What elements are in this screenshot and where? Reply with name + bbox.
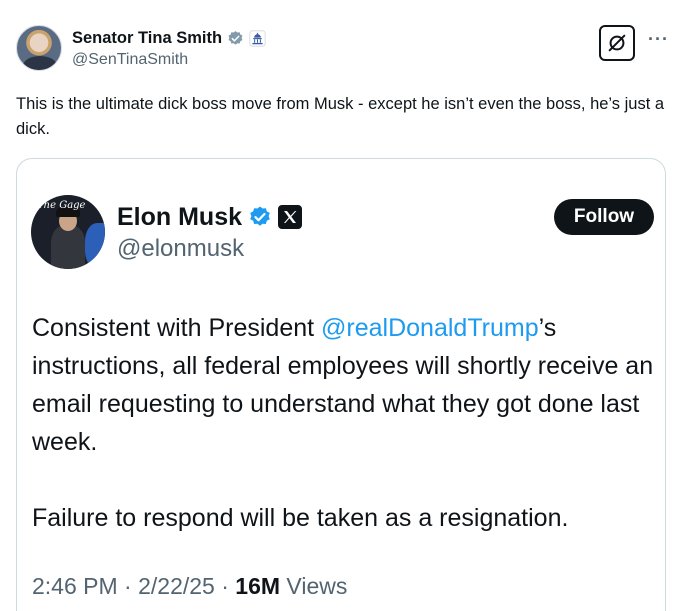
quoted-author-name[interactable]: Elon Musk [117, 203, 242, 232]
views-count: 16M [235, 573, 281, 599]
quoted-paragraph-1: Consistent with President @realDonaldTru… [32, 309, 657, 461]
outer-author-block: Senator Tina Smith @SenTinaSmith [72, 27, 266, 69]
verified-blue-badge-icon [250, 206, 270, 226]
more-options-icon[interactable]: ··· [648, 29, 669, 50]
quoted-paragraph-2: Failure to respond will be taken as a re… [32, 504, 569, 532]
x-logo-icon [278, 205, 303, 229]
outer-author-handle[interactable]: @SenTinaSmith [72, 51, 266, 69]
quoted-tweet-meta: 2:46 PM · 2/22/25 · 16M Views [32, 573, 347, 600]
follow-button[interactable]: Follow [554, 199, 654, 235]
body-text-1: Consistent with President [32, 314, 322, 342]
verified-gray-badge-icon [228, 30, 243, 45]
quoted-author-block: Elon Musk @elonmusk [117, 201, 303, 263]
outer-author-avatar[interactable] [16, 25, 62, 71]
outer-author-name[interactable]: Senator Tina Smith [72, 29, 222, 48]
x-logo-glyph [284, 211, 297, 223]
grok-icon[interactable] [599, 25, 635, 61]
avatar-caption: The Gage [37, 200, 86, 211]
mention-link[interactable]: @realDonaldTrump [321, 314, 539, 342]
capitol-badge-icon [249, 29, 266, 47]
grok-glyph [608, 34, 626, 52]
quoted-tweet-card[interactable]: The Gage Elon Musk @elonmusk Follow Cons… [16, 158, 666, 611]
outer-tweet-header: Senator Tina Smith @SenTinaSmith ··· [16, 25, 684, 73]
quoted-author-handle[interactable]: @elonmusk [117, 235, 302, 263]
views-label: Views [280, 573, 348, 599]
quoted-tweet-body: Consistent with President @realDonaldTru… [32, 309, 657, 537]
timestamp[interactable]: 2:46 PM · 2/22/25 · [32, 573, 235, 599]
outer-tweet-text: This is the ultimate dick boss move from… [16, 95, 665, 138]
quoted-author-avatar[interactable]: The Gage [31, 195, 105, 269]
